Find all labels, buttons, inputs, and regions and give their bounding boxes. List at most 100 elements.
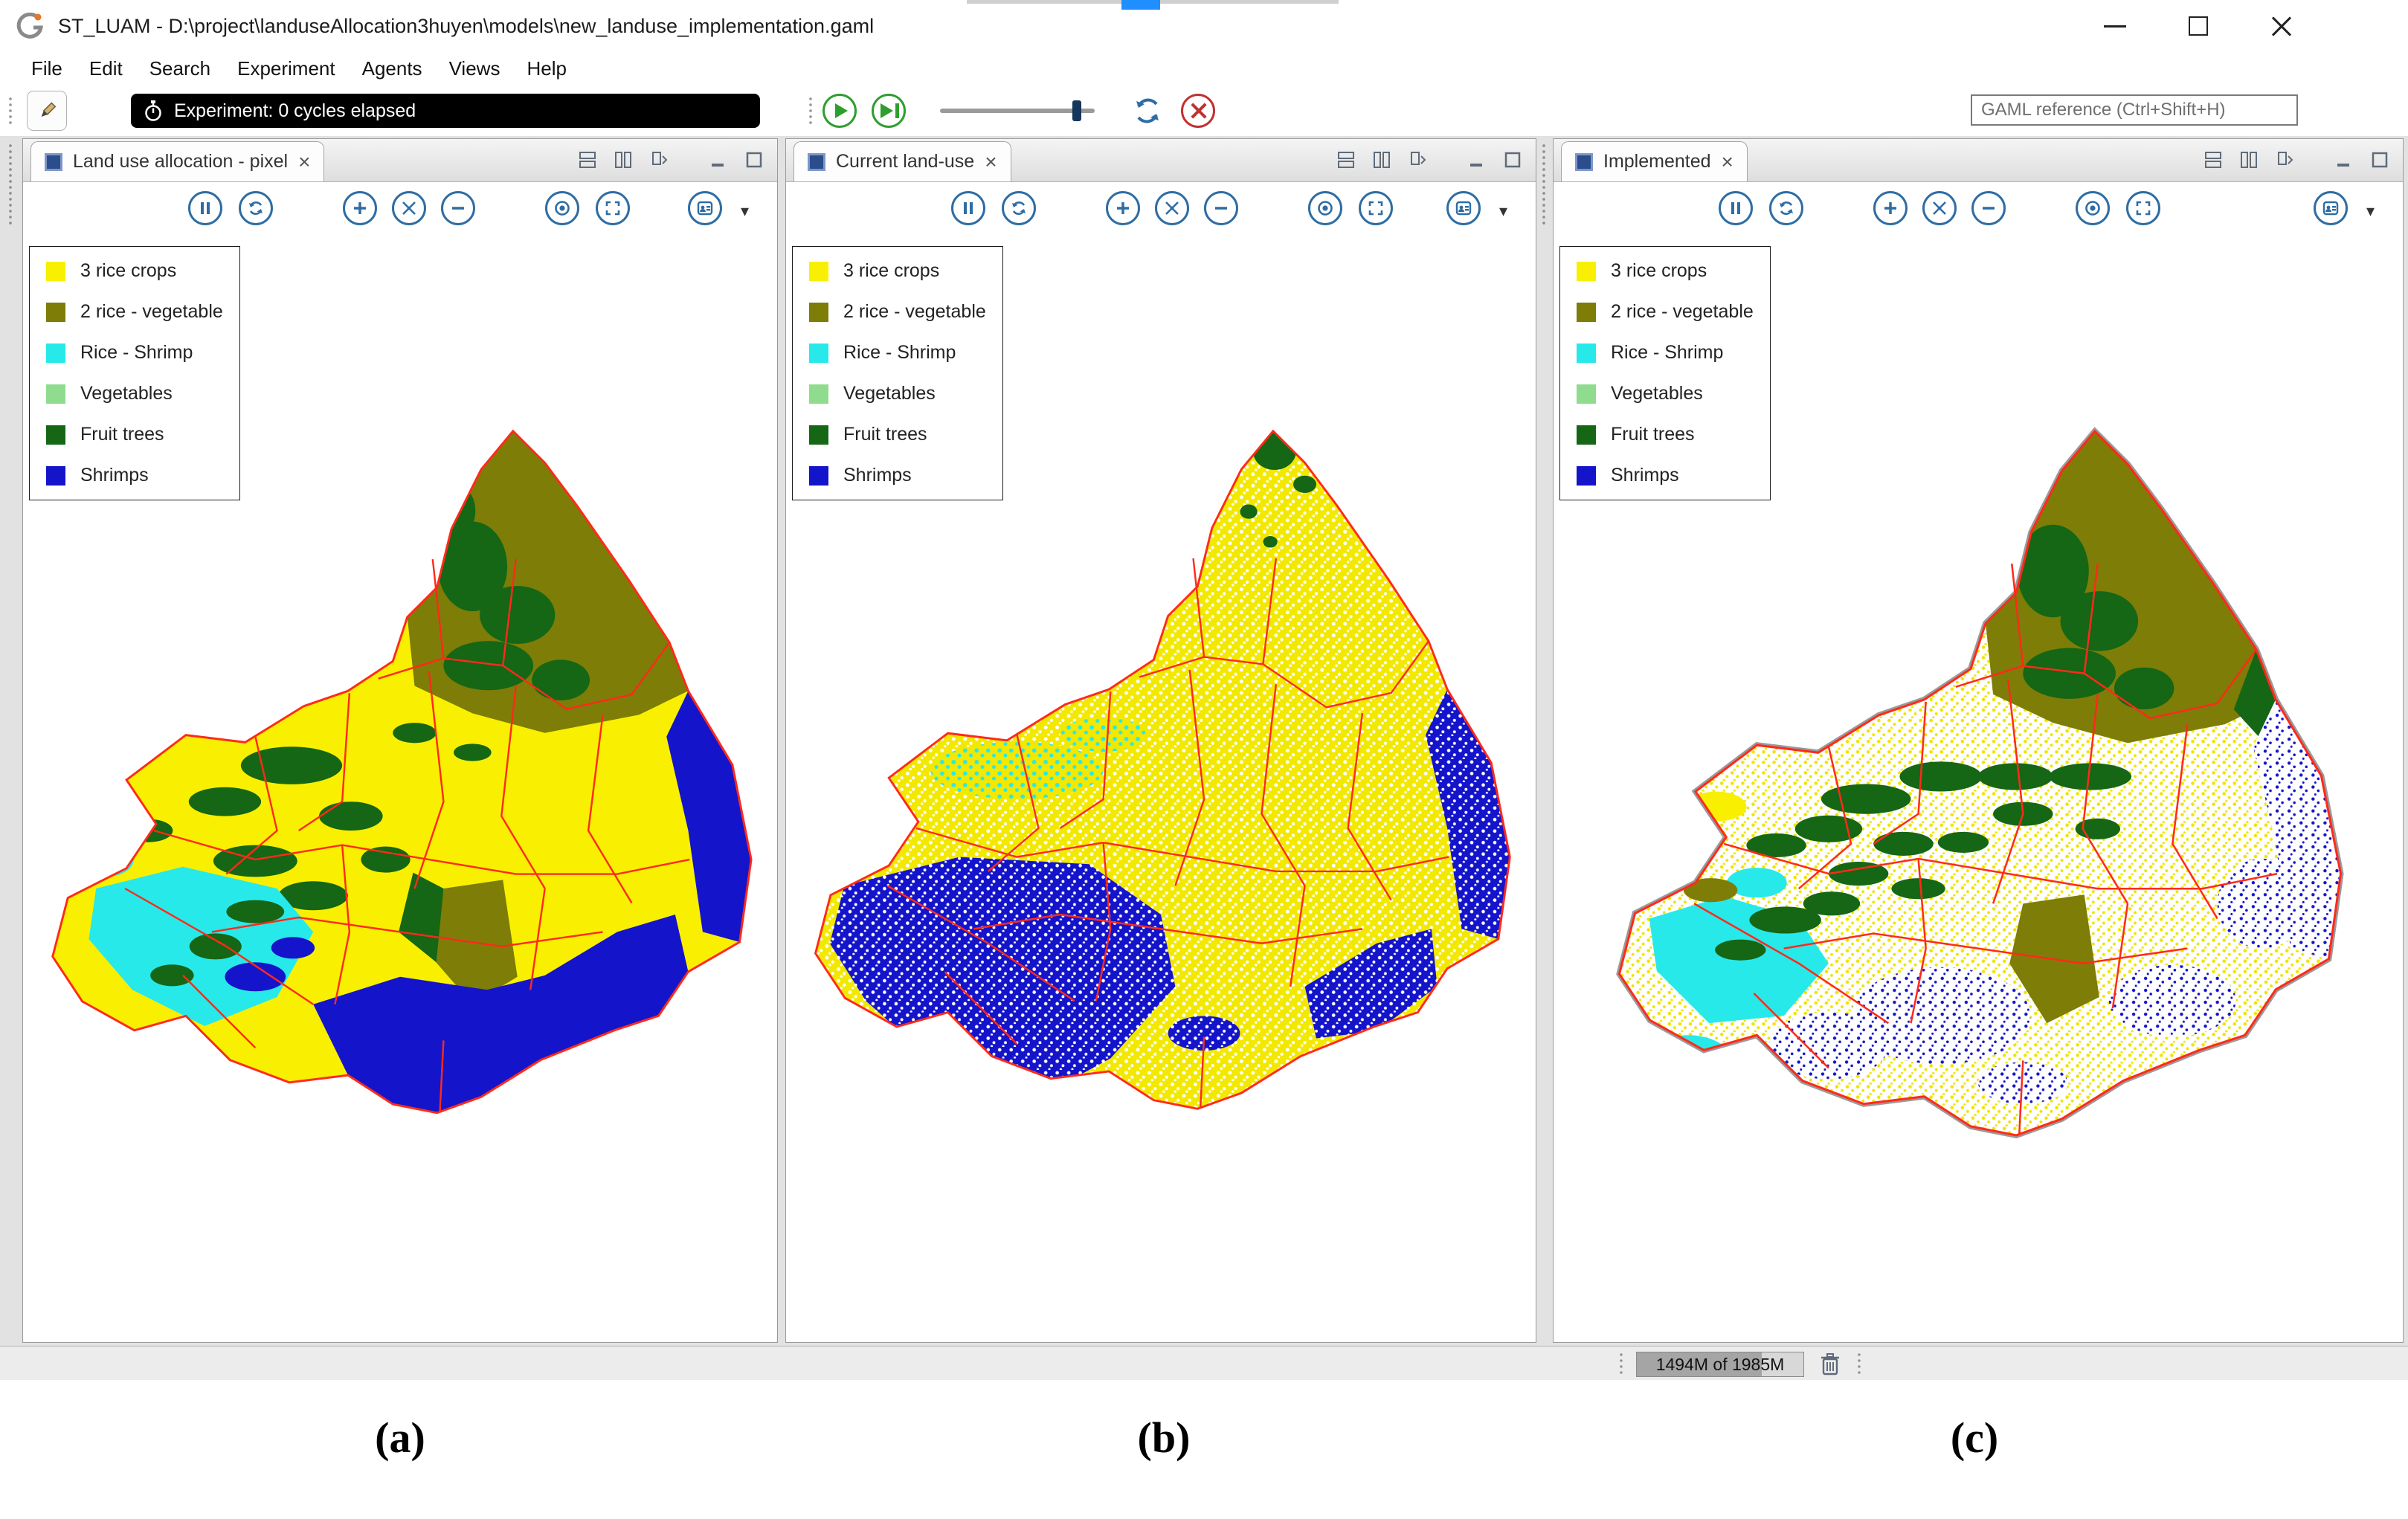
tab-land-use-allocation-pixel[interactable]: Land use allocation - pixel × — [30, 141, 324, 181]
panel-header: Implemented × — [1554, 139, 2403, 182]
split-horizontal-icon[interactable] — [2202, 149, 2224, 171]
map-area[interactable]: 3 rice crops 2 rice - vegetable Rice - S… — [786, 236, 1536, 1342]
close-tab-icon[interactable]: × — [298, 152, 310, 172]
split-vertical-icon[interactable] — [2238, 149, 2260, 171]
legend-swatch — [46, 425, 65, 445]
map-area[interactable]: 3 rice crops 2 rice - vegetable Rice - S… — [1554, 236, 2403, 1342]
split-vertical-icon[interactable] — [1371, 149, 1393, 171]
speed-slider-handle[interactable] — [1072, 100, 1081, 121]
zoom-fit-button[interactable] — [1922, 191, 1957, 225]
legend-label: Vegetables — [80, 383, 173, 404]
menu-help[interactable]: Help — [513, 56, 579, 82]
zoom-fit-button[interactable] — [392, 191, 426, 225]
legend-swatch — [46, 262, 65, 281]
panel-header: Land use allocation - pixel × — [23, 139, 777, 182]
speed-slider[interactable] — [940, 109, 1095, 113]
fullscreen-icon — [2134, 199, 2152, 217]
pin-view-icon[interactable] — [1406, 149, 1429, 171]
legend-swatch — [809, 344, 828, 363]
stop-experiment-button[interactable] — [1181, 94, 1215, 128]
maximize-view-icon[interactable] — [1501, 149, 1524, 171]
tab-implemented[interactable]: Implemented × — [1561, 141, 1748, 181]
pause-display-button[interactable] — [188, 191, 222, 225]
sync-display-button[interactable] — [239, 191, 273, 225]
agents-icon — [696, 199, 714, 217]
zoom-fit-button[interactable] — [1155, 191, 1189, 225]
browse-agents-button[interactable] — [1446, 191, 1481, 225]
step-button[interactable] — [872, 94, 906, 128]
sync-display-button[interactable] — [1769, 191, 1803, 225]
zoom-out-button[interactable] — [1204, 191, 1238, 225]
view-drag-handle[interactable] — [1541, 143, 1547, 225]
zoom-in-button[interactable] — [1873, 191, 1908, 225]
pause-icon — [960, 200, 976, 216]
status-drag-handle[interactable] — [1618, 1352, 1624, 1377]
chevron-down-icon[interactable]: ▾ — [1499, 201, 1507, 221]
zoom-out-icon — [1212, 199, 1230, 217]
implemented-map[interactable] — [1571, 425, 2386, 1143]
zoom-in-button[interactable] — [1106, 191, 1140, 225]
tab-current-land-use[interactable]: Current land-use × — [793, 141, 1011, 181]
zoom-in-button[interactable] — [343, 191, 377, 225]
legend-item: 3 rice crops — [46, 260, 223, 282]
pause-display-button[interactable] — [951, 191, 985, 225]
chevron-down-icon[interactable]: ▾ — [741, 201, 749, 221]
edit-model-button[interactable] — [27, 91, 67, 131]
heap-status-button[interactable]: 1494M of 1985M — [1636, 1352, 1804, 1377]
status-drag-handle[interactable] — [1856, 1352, 1862, 1377]
view-panel-implemented: Implemented × ▾ 3 — [1553, 138, 2404, 1343]
browse-agents-button[interactable] — [2314, 191, 2348, 225]
maximize-view-icon[interactable] — [2369, 149, 2391, 171]
snapshot-button[interactable] — [545, 191, 579, 225]
run-garbage-collector-button[interactable] — [1816, 1350, 1844, 1378]
split-vertical-icon[interactable] — [612, 149, 634, 171]
zoom-in-icon — [351, 199, 369, 217]
minimize-view-icon[interactable] — [2333, 149, 2355, 171]
land-use-allocation-map[interactable] — [38, 425, 762, 1143]
close-tab-icon[interactable]: × — [985, 152, 997, 172]
browse-agents-button[interactable] — [688, 191, 722, 225]
maximize-view-icon[interactable] — [743, 149, 765, 171]
chevron-down-icon[interactable]: ▾ — [2366, 201, 2375, 221]
display-toolbar: ▾ — [1554, 182, 2403, 236]
snapshot-button[interactable] — [2076, 191, 2110, 225]
display-view-icon — [1575, 153, 1593, 171]
zoom-out-button[interactable] — [1971, 191, 2006, 225]
menu-search[interactable]: Search — [136, 56, 224, 82]
experiment-status-text: Experiment: 0 cycles elapsed — [174, 100, 416, 122]
fullscreen-button[interactable] — [596, 191, 630, 225]
toolbar-drag-handle[interactable] — [808, 96, 814, 127]
legend-item: Vegetables — [46, 383, 223, 404]
close-window-icon[interactable] — [2267, 11, 2296, 41]
play-button[interactable] — [822, 94, 857, 128]
view-drag-handle[interactable] — [7, 143, 13, 225]
window-title: ST_LUAM - D:\project\landuseAllocation3h… — [58, 15, 874, 38]
pin-view-icon[interactable] — [648, 149, 670, 171]
menu-file[interactable]: File — [18, 56, 76, 82]
legend-item: Fruit trees — [1577, 424, 1754, 445]
menu-agents[interactable]: Agents — [349, 56, 436, 82]
map-area[interactable]: 3 rice crops 2 rice - vegetable Rice - S… — [23, 236, 777, 1342]
split-horizontal-icon[interactable] — [576, 149, 599, 171]
maximize-window-icon[interactable] — [2183, 11, 2213, 41]
current-land-use-map[interactable] — [801, 425, 1521, 1143]
menu-views[interactable]: Views — [436, 56, 514, 82]
menu-experiment[interactable]: Experiment — [224, 56, 349, 82]
close-tab-icon[interactable]: × — [1722, 152, 1733, 172]
pin-view-icon[interactable] — [2273, 149, 2296, 171]
split-horizontal-icon[interactable] — [1335, 149, 1357, 171]
minimize-view-icon[interactable] — [1466, 149, 1488, 171]
minimize-window-icon[interactable] — [2100, 11, 2130, 41]
snapshot-button[interactable] — [1308, 191, 1342, 225]
legend-item: Vegetables — [809, 383, 986, 404]
minimize-view-icon[interactable] — [707, 149, 730, 171]
gaml-reference-search-input[interactable] — [1971, 94, 2298, 126]
fullscreen-button[interactable] — [1359, 191, 1393, 225]
fullscreen-button[interactable] — [2126, 191, 2160, 225]
reload-experiment-button[interactable] — [1130, 94, 1165, 128]
sync-display-button[interactable] — [1002, 191, 1036, 225]
zoom-out-button[interactable] — [441, 191, 475, 225]
menu-edit[interactable]: Edit — [76, 56, 136, 82]
toolbar-drag-handle[interactable] — [7, 96, 13, 127]
pause-display-button[interactable] — [1719, 191, 1753, 225]
